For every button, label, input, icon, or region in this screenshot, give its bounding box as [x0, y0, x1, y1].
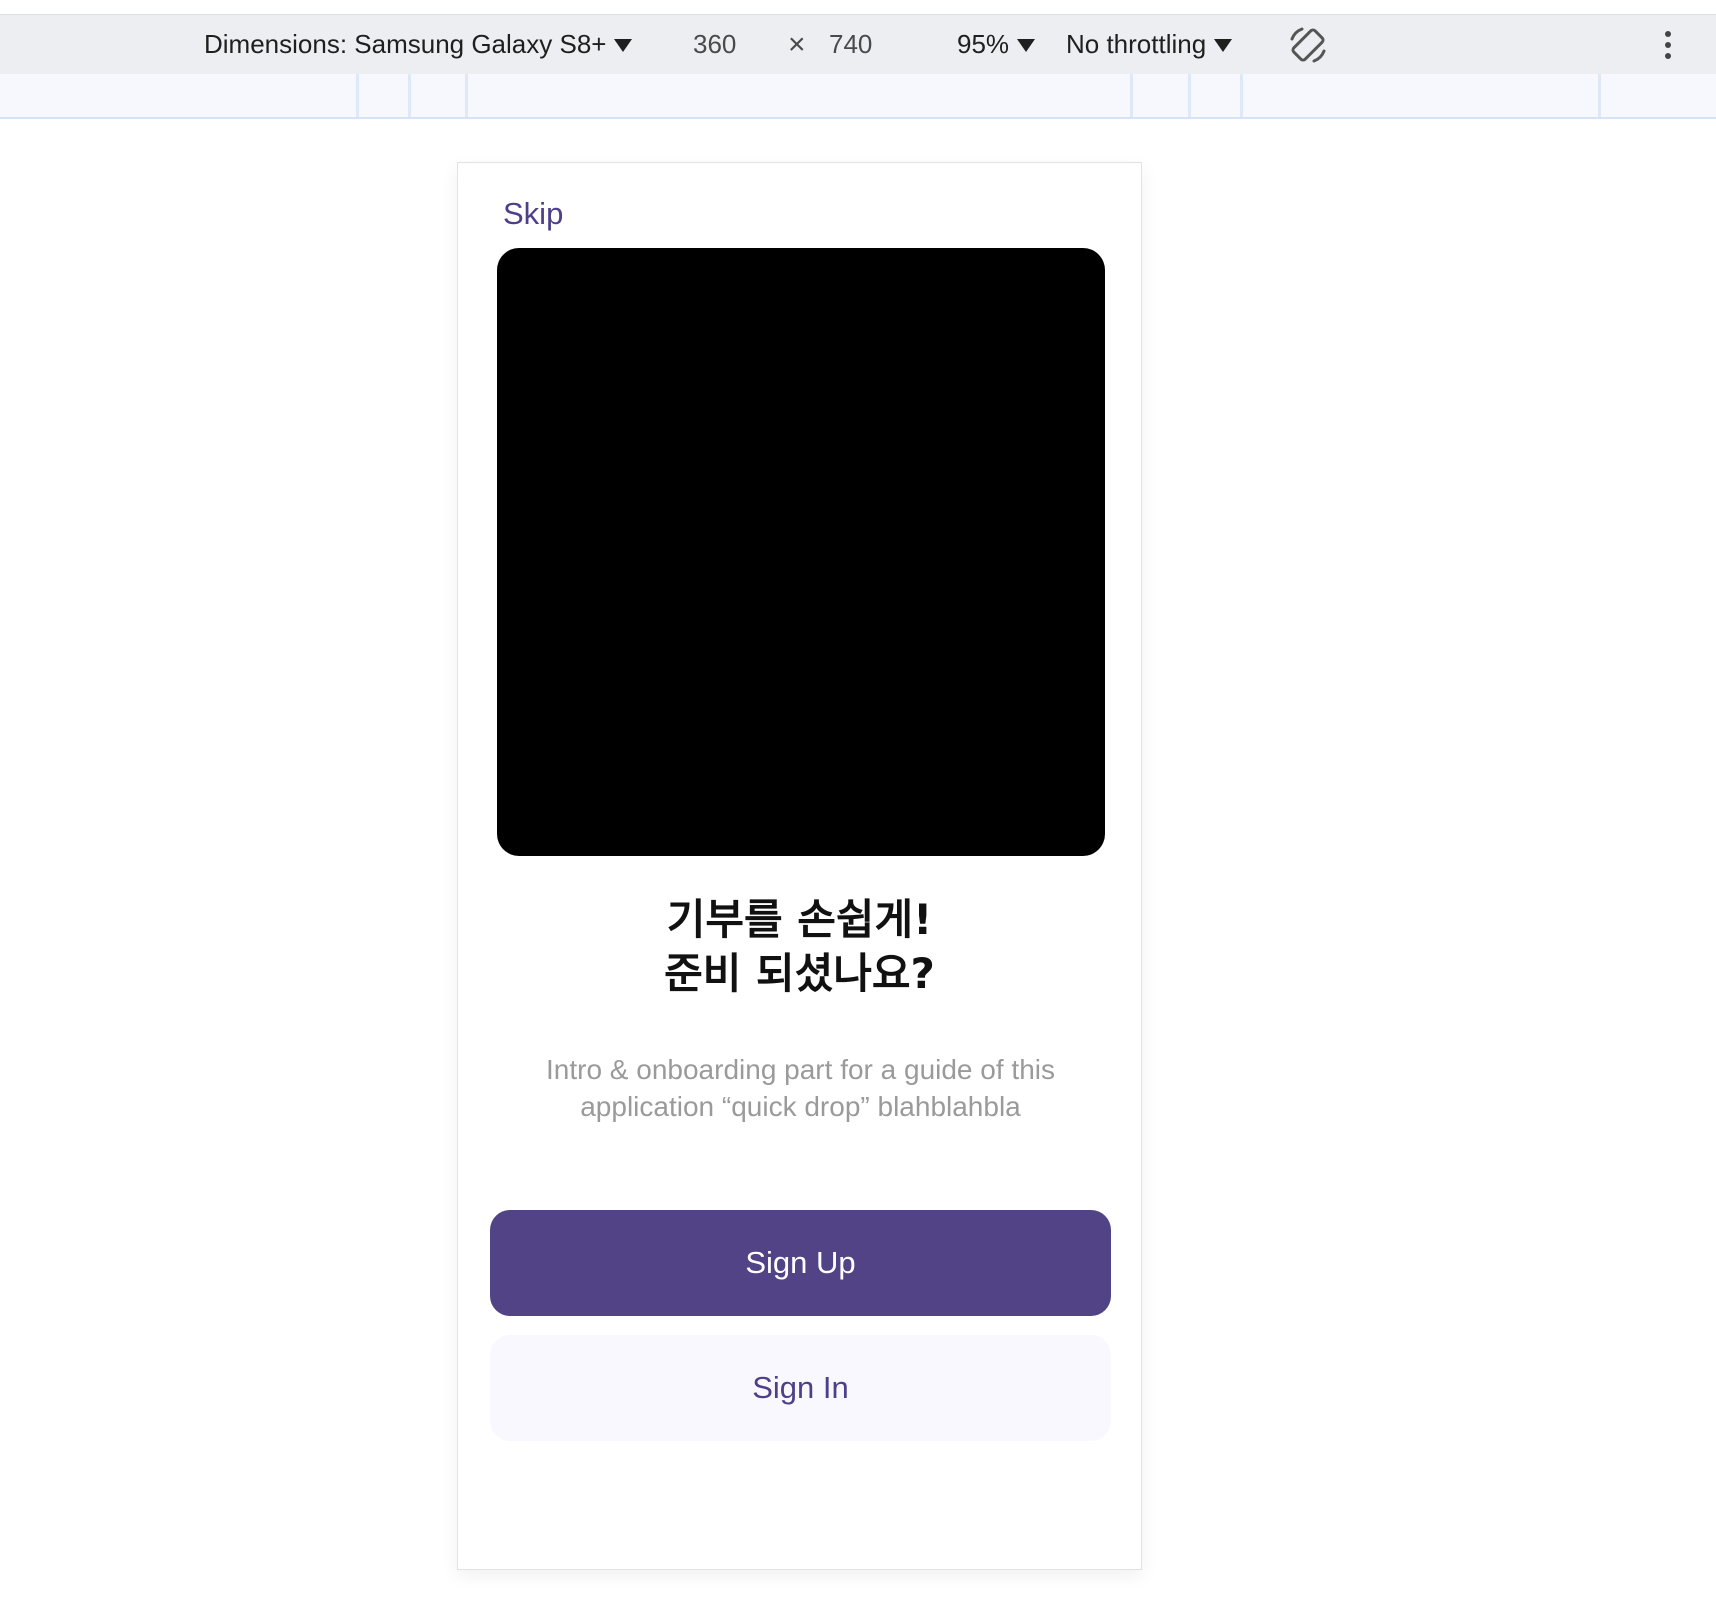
zoom-label: 95%: [957, 29, 1010, 59]
onboarding-title-line-2: 준비 되셨나요?: [664, 949, 935, 998]
times-icon: ×: [788, 27, 806, 61]
caret-down-icon: [614, 39, 633, 52]
throttling-label: No throttling: [1066, 29, 1207, 59]
kebab-menu-icon[interactable]: [1665, 15, 1671, 74]
sign-up-label: Sign Up: [745, 1245, 856, 1280]
zoom-dropdown[interactable]: 95%: [957, 15, 1036, 74]
onboarding-title: 기부를 손쉽게! 준비 되셨나요?: [458, 893, 1141, 1001]
media-query-ruler[interactable]: [0, 74, 1716, 119]
device-dimensions-label: Dimensions: Samsung Galaxy S8+: [204, 29, 607, 59]
rotate-icon[interactable]: [1287, 15, 1329, 74]
sign-in-label: Sign In: [752, 1370, 849, 1405]
device-width-input[interactable]: 360: [693, 15, 736, 74]
sign-up-button[interactable]: Sign Up: [490, 1210, 1111, 1316]
onboarding-description: Intro & onboarding part for a guide of t…: [546, 1054, 1055, 1122]
onboarding-illustration: [497, 248, 1105, 856]
skip-link[interactable]: Skip: [503, 196, 563, 232]
device-height-input[interactable]: 740: [829, 15, 872, 74]
device-dimensions-dropdown[interactable]: Dimensions: Samsung Galaxy S8+: [204, 15, 633, 74]
device-viewport: Skip 기부를 손쉽게! 준비 되셨나요? Intro & onboardin…: [457, 162, 1142, 1570]
throttling-dropdown[interactable]: No throttling: [1066, 15, 1233, 74]
onboarding-title-line-1: 기부를 손쉽게!: [666, 895, 933, 944]
sign-in-button[interactable]: Sign In: [490, 1335, 1111, 1441]
caret-down-icon: [1214, 39, 1233, 52]
device-toolbar: Dimensions: Samsung Galaxy S8+ 360 × 740…: [0, 14, 1716, 75]
caret-down-icon: [1017, 39, 1036, 52]
